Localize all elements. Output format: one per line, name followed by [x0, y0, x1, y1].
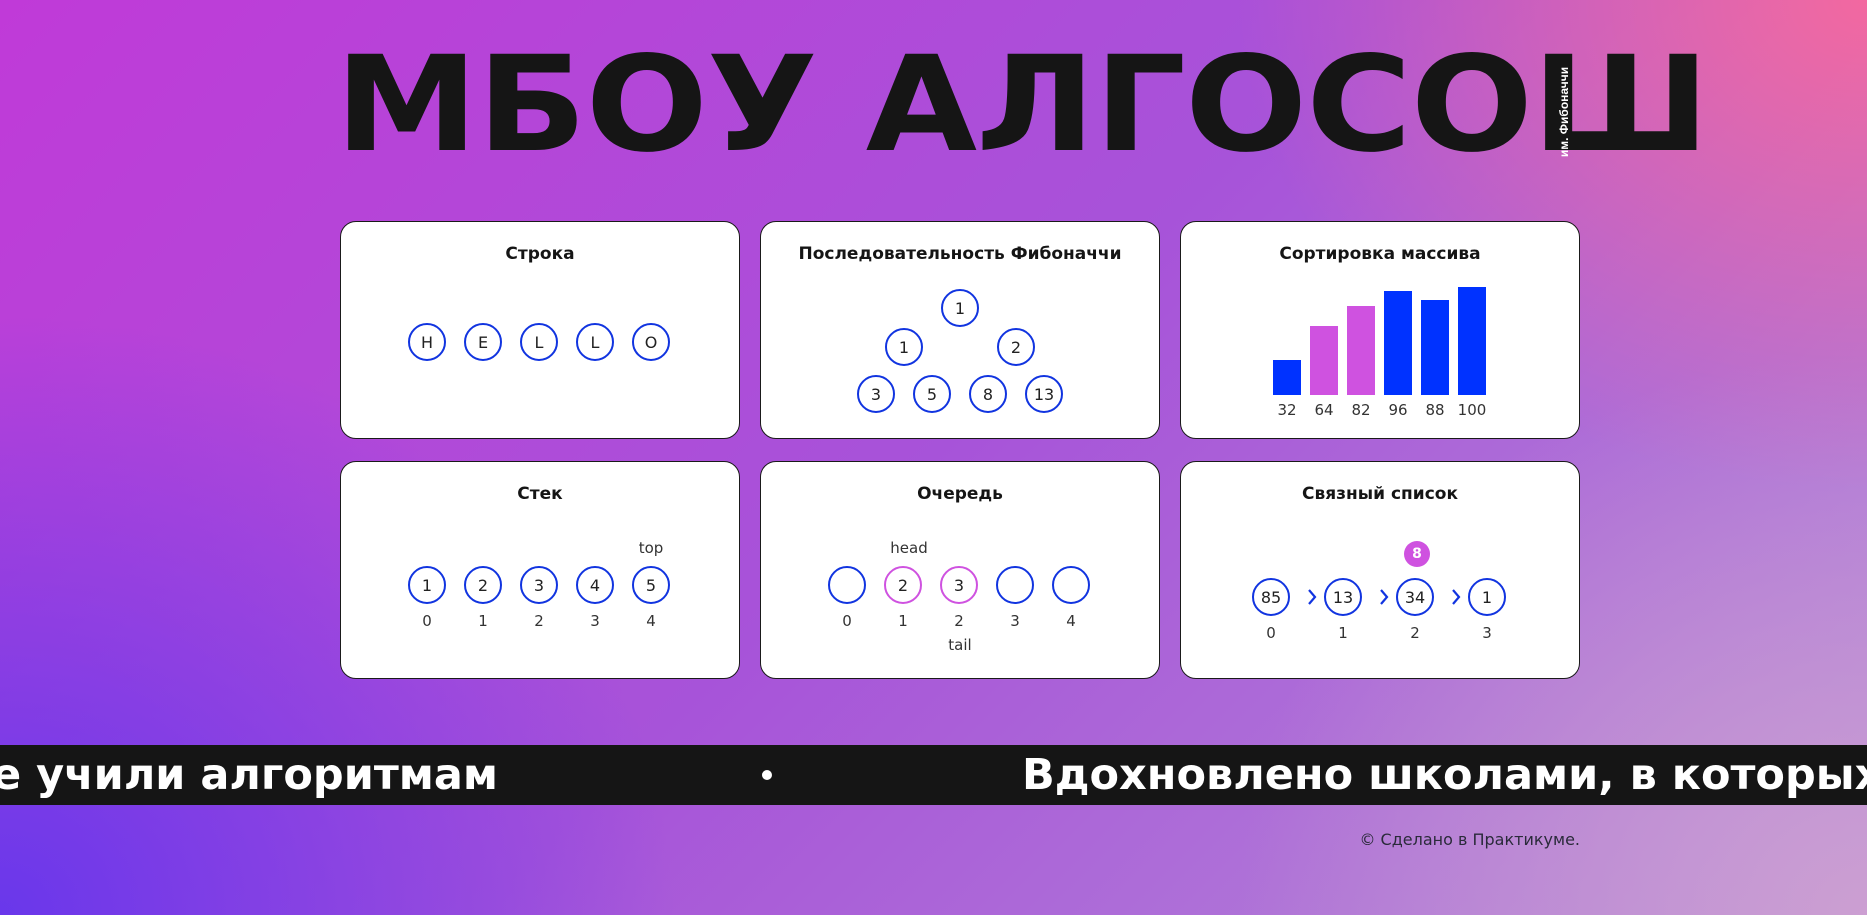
queue-item — [996, 566, 1034, 604]
stack-index: 4 — [646, 612, 656, 630]
queue-item: 2 — [884, 566, 922, 604]
fib-circle: 8 — [969, 375, 1007, 413]
marquee-text: Вдохновлено школами, в которых — [1022, 750, 1867, 800]
card-stack[interactable]: Стек top 1 2 3 4 5 0 1 2 3 4 — [340, 461, 740, 679]
card-title: Последовательность Фибоначчи — [798, 244, 1122, 264]
sort-bar — [1384, 291, 1412, 395]
page-subtitle: им. Фибоначчи — [1557, 66, 1571, 158]
sort-bar-label: 82 — [1351, 401, 1371, 419]
list-index: 3 — [1482, 624, 1492, 642]
queue-tail-label: tail — [948, 636, 972, 654]
queue-index: 2 — [954, 612, 964, 630]
card-title: Строка — [505, 244, 575, 264]
chevron-right-icon — [1452, 589, 1461, 605]
card-title: Связный список — [1301, 484, 1458, 504]
queue-index: 3 — [1010, 612, 1020, 630]
sort-bar — [1310, 326, 1338, 395]
sort-bar — [1273, 360, 1301, 395]
fib-circle: 13 — [1025, 375, 1063, 413]
chevron-right-icon — [1380, 589, 1389, 605]
card-fibonacci[interactable]: Последовательность Фибоначчи 1 1 2 3 5 8… — [760, 221, 1160, 439]
stack-item: 5 — [632, 566, 670, 604]
card-linked-list[interactable]: Связный список 8 85 13 34 1 0 1 2 3 — [1180, 461, 1580, 679]
insert-badge: 8 — [1404, 541, 1430, 567]
sort-bar — [1421, 300, 1449, 395]
stack-index: 3 — [590, 612, 600, 630]
list-node: 34 — [1396, 578, 1434, 616]
stack-item: 3 — [520, 566, 558, 604]
list-index: 0 — [1266, 624, 1276, 642]
list-node: 85 — [1252, 578, 1290, 616]
card-title: Очередь — [917, 484, 1003, 504]
marquee-banner: е учили алгоритмам Вдохновлено школами, … — [0, 745, 1867, 805]
list-node: 1 — [1468, 578, 1506, 616]
sort-bar — [1347, 306, 1375, 395]
list-index: 2 — [1410, 624, 1420, 642]
fib-circle: 1 — [885, 328, 923, 366]
fib-circle: 5 — [913, 375, 951, 413]
stack-item: 2 — [464, 566, 502, 604]
stack-top-label: top — [638, 539, 664, 557]
list-index: 1 — [1338, 624, 1348, 642]
card-title: Стек — [517, 484, 563, 504]
stack-item: 4 — [576, 566, 614, 604]
letter-circle: O — [632, 323, 670, 361]
card-sorting[interactable]: Сортировка массива 32 64 82 96 88 100 — [1180, 221, 1580, 439]
stack-index: 2 — [534, 612, 544, 630]
marquee-text: е учили алгоритмам — [0, 750, 499, 800]
stack-item: 1 — [408, 566, 446, 604]
marquee-separator-dot — [762, 770, 772, 780]
queue-index: 4 — [1066, 612, 1076, 630]
letter-circle: H — [408, 323, 446, 361]
chevron-right-icon — [1308, 589, 1317, 605]
letter-circle: E — [464, 323, 502, 361]
sort-bar-label: 88 — [1425, 401, 1445, 419]
page-header: МБОУ АЛГОСОШ — [335, 39, 1710, 171]
queue-item — [1052, 566, 1090, 604]
fib-circle: 2 — [997, 328, 1035, 366]
fib-circle: 1 — [941, 289, 979, 327]
queue-index: 1 — [898, 612, 908, 630]
card-string[interactable]: Строка H E L L O — [340, 221, 740, 439]
stack-index: 0 — [422, 612, 432, 630]
sort-bar — [1458, 287, 1486, 395]
sort-bar-label: 100 — [1457, 401, 1487, 419]
letter-circle: L — [520, 323, 558, 361]
stack-index: 1 — [478, 612, 488, 630]
sort-bar-label: 64 — [1314, 401, 1334, 419]
page-title: МБОУ АЛГОСОШ — [335, 28, 1710, 182]
queue-item — [828, 566, 866, 604]
sort-bar-label: 96 — [1388, 401, 1408, 419]
sort-bar-label: 32 — [1277, 401, 1297, 419]
letter-circle: L — [576, 323, 614, 361]
footer-copyright: © Сделано в Практикуме. — [1359, 830, 1580, 849]
queue-index: 0 — [842, 612, 852, 630]
list-node: 13 — [1324, 578, 1362, 616]
card-title: Сортировка массива — [1279, 244, 1481, 264]
queue-item: 3 — [940, 566, 978, 604]
fib-circle: 3 — [857, 375, 895, 413]
queue-head-label: head — [890, 539, 928, 557]
card-queue[interactable]: Очередь head 2 3 0 1 2 3 4 tail — [760, 461, 1160, 679]
